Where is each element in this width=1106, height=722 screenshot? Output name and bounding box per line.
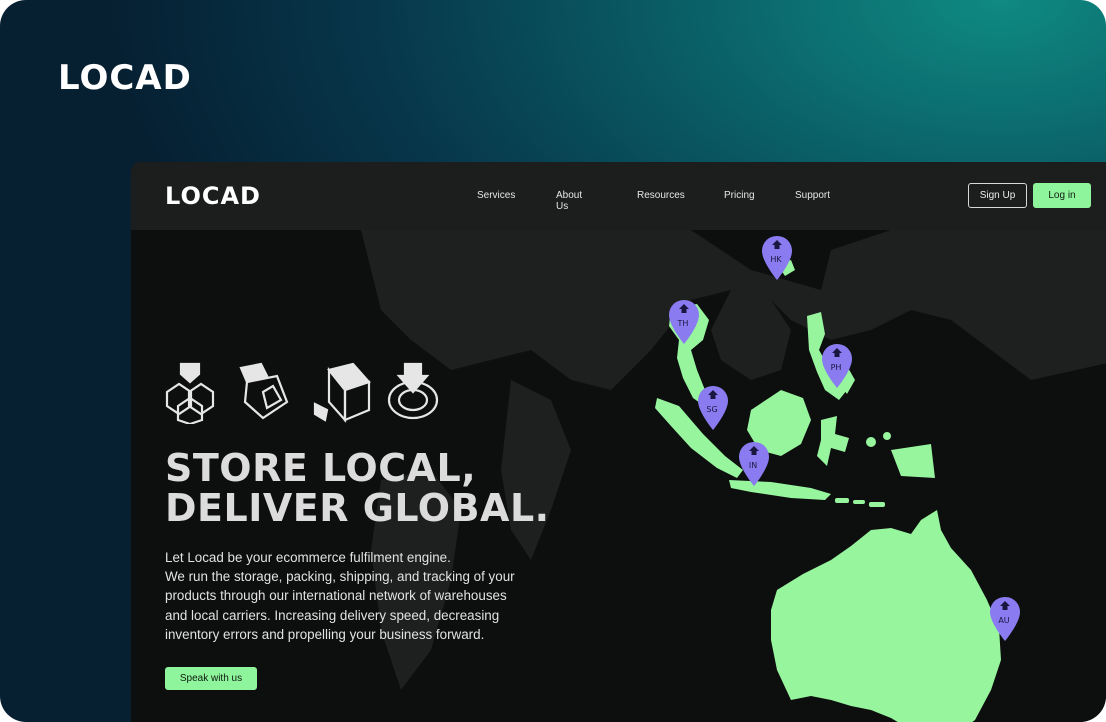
login-button[interactable]: Log in — [1033, 183, 1091, 208]
tracking-target-icon — [387, 362, 439, 420]
description-line: products through our international netwo… — [165, 588, 507, 604]
nav-link-pricing[interactable]: Pricing — [724, 190, 755, 201]
nav-link-services[interactable]: Services — [477, 190, 515, 201]
outer-logo: LOCAD — [58, 58, 192, 98]
pin-label: SG — [706, 405, 718, 414]
description-line: and local carriers. Increasing delivery … — [165, 607, 500, 623]
headline-line-1: STORE LOCAL, — [165, 446, 477, 490]
description-line: Let Locad be your ecommerce fulfilment e… — [165, 550, 451, 565]
boxes-stack-icon — [165, 362, 215, 424]
showcase-frame: LOCAD LOCAD Services About Us Resources … — [0, 0, 1106, 722]
shipping-box-icon — [313, 362, 371, 423]
description-line: We run the storage, packing, shipping, a… — [165, 569, 515, 585]
pin-label: TH — [677, 319, 689, 328]
hero-description: Let Locad be your ecommerce fulfilment e… — [165, 548, 585, 644]
pin-label: PH — [830, 363, 842, 372]
map-pin-ph[interactable]: PH — [821, 344, 853, 388]
unboxing-icon — [239, 362, 289, 420]
speak-with-us-button[interactable]: Speak with us — [165, 667, 257, 690]
nav-link-resources[interactable]: Resources — [637, 190, 685, 201]
top-navbar: LOCAD Services About Us Resources Pricin… — [131, 162, 1106, 230]
website-preview: LOCAD Services About Us Resources Pricin… — [131, 162, 1106, 722]
map-pin-hk[interactable]: HK — [761, 236, 793, 280]
map-pin-in[interactable]: IN — [738, 442, 770, 486]
headline-line-2: DELIVER GLOBAL. — [165, 486, 550, 530]
map-pin-au[interactable]: AU — [989, 597, 1021, 641]
nav-link-support[interactable]: Support — [795, 190, 830, 201]
service-icons — [165, 362, 439, 424]
description-line: inventory errors and propelling your bus… — [165, 626, 485, 642]
pin-label: HK — [770, 255, 782, 264]
map-pin-sg[interactable]: SG — [697, 386, 729, 430]
hero-headline: STORE LOCAL, DELIVER GLOBAL. — [165, 448, 585, 528]
signup-button[interactable]: Sign Up — [968, 183, 1027, 208]
map-pin-th[interactable]: TH — [668, 300, 700, 344]
pin-label: AU — [998, 616, 1010, 625]
nav-logo[interactable]: LOCAD — [165, 182, 261, 210]
pin-label: IN — [748, 461, 758, 470]
nav-link-about-us[interactable]: About Us — [556, 190, 582, 212]
